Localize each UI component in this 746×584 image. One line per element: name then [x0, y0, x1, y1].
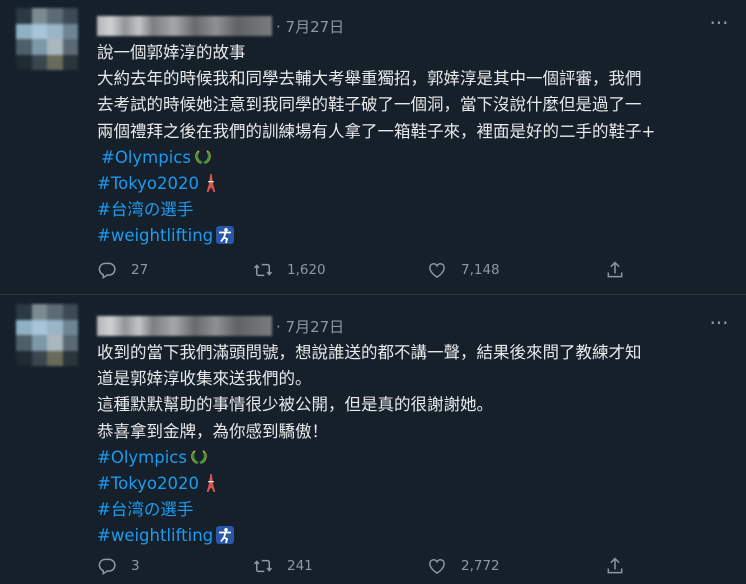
tweet-actions: 3 241 2,772	[97, 554, 726, 578]
weightlifting-icon	[215, 526, 235, 544]
tweet-text-line: 這種默默幫助的事情很少被公開，但是真的很謝謝她。	[97, 395, 493, 415]
reply-icon	[97, 260, 117, 280]
tweet-text-line: 收到的當下我們滿頭問號，想說誰送的都不講一聲，結果後來問了教練才知	[97, 343, 642, 362]
tweet-body: 收到的當下我們滿頭問號，想說誰送的都不講一聲，結果後來問了教練才知 道是郭婞淳收…	[97, 340, 726, 550]
tweet-date[interactable]: · 7月27日	[276, 316, 344, 337]
more-horizontal-icon[interactable]: ···	[708, 13, 730, 34]
like-button[interactable]: 7,148	[427, 258, 500, 282]
reply-count: 27	[131, 262, 149, 278]
reply-button[interactable]: 27	[97, 258, 148, 282]
like-count: 7,148	[461, 262, 500, 278]
hashtag-tokyo2020[interactable]: #Tokyo2020	[97, 474, 199, 493]
tweet-text-line: 兩個禮拜之後在我們的訓練場有人拿了一箱鞋子來，裡面是好的二手的鞋子+	[97, 121, 656, 141]
hashtag-taiwan-athletes[interactable]: #台湾の選手	[97, 500, 193, 519]
reply-count: 3	[131, 558, 140, 574]
retweet-count: 241	[287, 558, 313, 574]
tokyo-tower-icon	[201, 474, 221, 492]
like-count: 2,772	[461, 558, 500, 574]
olympic-laurel-icon	[193, 148, 213, 166]
more-horizontal-icon[interactable]: ···	[708, 313, 730, 334]
retweet-button[interactable]: 1,620	[253, 258, 326, 282]
tweet-2[interactable]: · 7月27日 ··· 收到的當下我們滿頭問號，想說誰送的都不講一聲，結果後來問…	[0, 296, 746, 584]
weightlifting-icon	[215, 226, 235, 244]
share-button[interactable]	[605, 554, 625, 578]
retweet-icon	[253, 260, 273, 280]
heart-icon	[427, 260, 447, 280]
hashtag-tokyo2020[interactable]: #Tokyo2020	[97, 174, 199, 193]
hashtag-weightlifting[interactable]: #weightlifting	[97, 526, 213, 545]
tweet-text-line: 恭喜拿到金牌，為你感到驕傲！	[97, 421, 328, 441]
like-button[interactable]: 2,772	[427, 554, 500, 578]
hashtag-taiwan-athletes[interactable]: #台湾の選手	[97, 200, 193, 219]
tweet-text-line: 道是郭婞淳收集來送我們的。	[97, 369, 312, 389]
tweet-date[interactable]: · 7月27日	[276, 16, 344, 37]
share-icon	[605, 260, 625, 280]
share-button[interactable]	[605, 258, 625, 282]
hashtag-olympics[interactable]: #Olympics	[97, 448, 187, 467]
hashtag-weightlifting[interactable]: #weightlifting	[97, 226, 213, 245]
tweet-actions: 27 1,620 7,148	[97, 258, 726, 282]
display-name-redacted[interactable]	[97, 316, 272, 336]
avatar[interactable]	[16, 304, 78, 366]
share-icon	[605, 556, 625, 576]
retweet-count: 1,620	[287, 262, 326, 278]
tokyo-tower-icon	[201, 174, 221, 192]
display-name-redacted[interactable]	[97, 16, 272, 36]
olympic-laurel-icon	[189, 448, 209, 466]
avatar[interactable]	[16, 8, 78, 70]
tweet-text-line: 說一個郭婞淳的故事	[97, 43, 246, 62]
tweet-text-line: 去考試的時候她注意到我同學的鞋子破了一個洞，當下沒說什麼但是過了一	[97, 95, 642, 115]
heart-icon	[427, 556, 447, 576]
reply-icon	[97, 556, 117, 576]
tweet-body: 說一個郭婞淳的故事 大約去年的時候我和同學去輔大考舉重獨招，郭婞淳是其中一個評審…	[97, 40, 726, 250]
tweet-text-line: 大約去年的時候我和同學去輔大考舉重獨招，郭婞淳是其中一個評審，我們	[97, 69, 642, 89]
retweet-icon	[253, 556, 273, 576]
reply-button[interactable]: 3	[97, 554, 140, 578]
retweet-button[interactable]: 241	[253, 554, 313, 578]
tweet-1[interactable]: · 7月27日 ··· 說一個郭婞淳的故事 大約去年的時候我和同學去輔大考舉重獨…	[0, 0, 746, 295]
hashtag-olympics[interactable]: #Olympics	[101, 148, 191, 167]
